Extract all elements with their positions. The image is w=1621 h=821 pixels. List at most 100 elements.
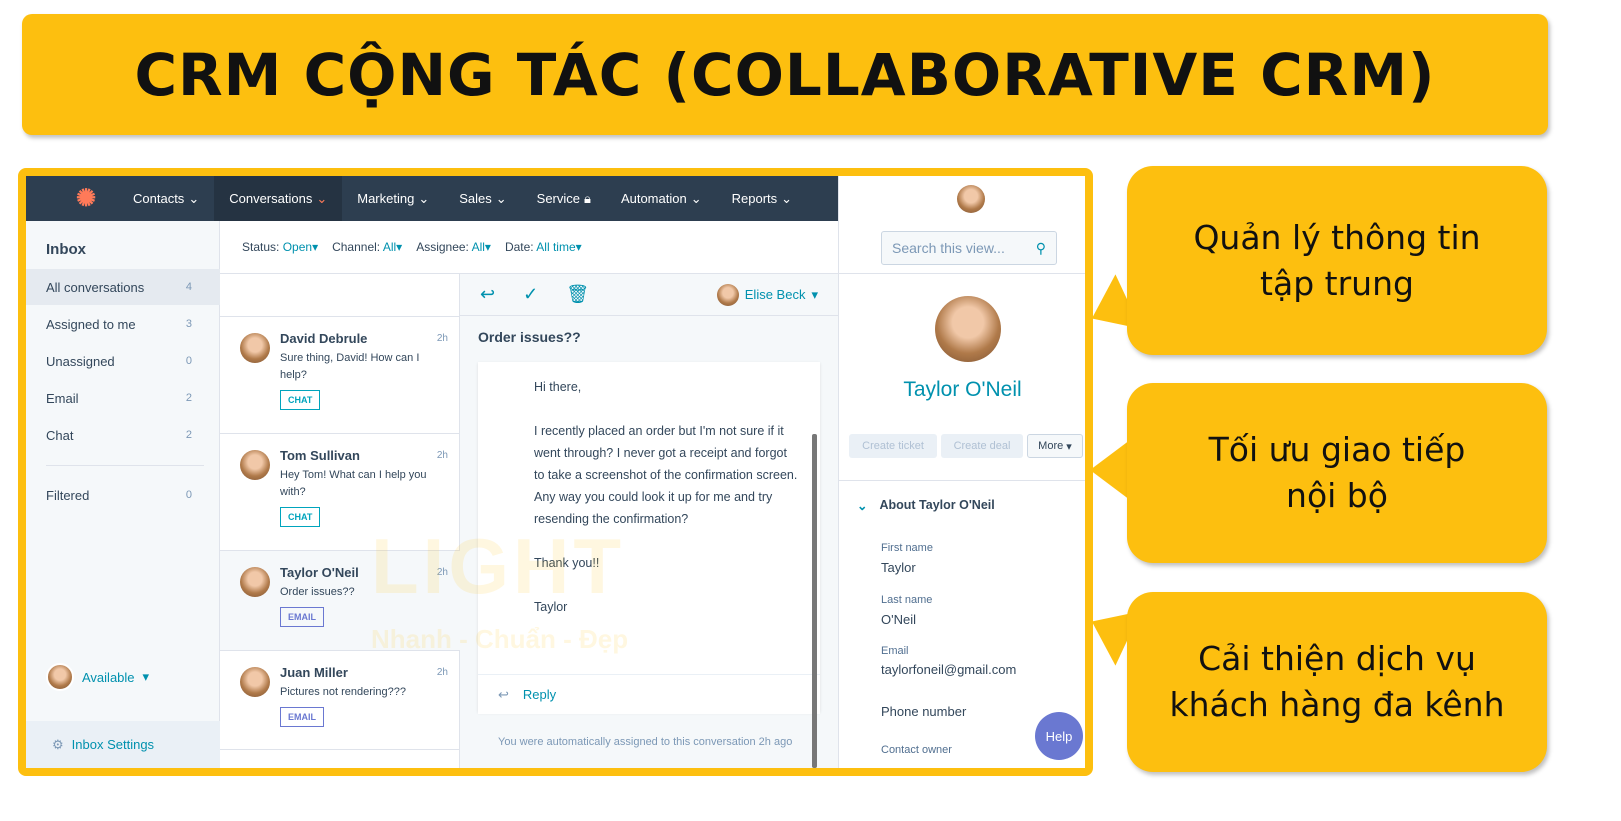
filter-status[interactable]: Status: Open▾ [242,240,318,254]
create-ticket-button[interactable]: Create ticket [849,434,937,458]
screenshot-frame: ✺ Contacts ⌄ Conversations ⌄ Marketing ⌄ Sa… [18,168,1093,776]
assignee-name: Elise Beck [744,287,806,302]
title-banner: CRM CỘNG TÁC (COLLABORATIVE CRM) [22,14,1548,135]
nav-label: Sales [459,191,492,206]
field-first-name[interactable]: Taylor [881,560,916,575]
section-title: About Taylor O'Neil [879,498,995,512]
sidebar-item-unassigned[interactable]: Unassigned 0 [26,343,220,379]
more-label: More [1038,440,1064,452]
reply-button[interactable]: ↩ Reply [478,674,820,714]
count: 2 [185,429,192,441]
search-icon[interactable]: ⚲ [839,188,852,209]
hubspot-logo-icon[interactable]: ✺ [76,184,118,213]
nav-contacts[interactable]: Contacts ⌄ [118,176,214,221]
field-email[interactable]: taylorfoneil@gmail.com [881,662,1016,677]
system-note: You were automatically assigned to this … [498,736,793,748]
channel-badge: EMAIL [280,607,324,627]
channel-badge: EMAIL [280,707,324,727]
divider [46,465,204,466]
nav-sales[interactable]: Sales ⌄ [444,176,521,221]
field-phone-label[interactable]: Phone number [881,704,966,719]
avatar [240,667,270,697]
user-avatar[interactable] [957,184,986,213]
field-last-name[interactable]: O'Neil [881,612,916,627]
sidebar-item-assigned[interactable]: Assigned to me 3 [26,306,220,342]
search-input[interactable]: Search this view... ⚲ [881,231,1057,265]
list-item[interactable]: David Debrule 2h Sure thing, David! How ca… [220,316,460,433]
callout-text: Quản lý thông tin tập trung [1193,217,1481,303]
channel-badge: CHAT [280,390,321,410]
gear-icon[interactable]: ⚙ [874,188,890,209]
preview: Pictures not rendering??? [280,686,406,698]
label: Chat [46,427,74,443]
sidebar-item-email[interactable]: Email 2 [26,380,220,416]
callout-internal-communication: Tối ưu giao tiếp nội bộ [1127,383,1547,563]
create-deal-button[interactable]: Create deal [941,434,1023,458]
trash-icon[interactable]: 🗑︎ [566,284,589,305]
nav-label: Contacts [133,191,185,206]
bell-icon[interactable]: 🔔︎ [912,188,935,209]
callout-centralized-info: Quản lý thông tin tập trung [1127,166,1547,355]
time: 2h [436,333,448,344]
label: Unassigned [46,353,115,369]
nav-label: Conversations [229,191,313,206]
label: Email [46,390,79,406]
settings-label: Inbox Settings [71,737,155,752]
message-toolbar: ↩ ✓ 🗑︎ Elise Beck ▾ [460,274,838,316]
assignee-dropdown[interactable]: Elise Beck ▾ [716,283,818,306]
nav-marketing[interactable]: Marketing ⌄ [342,176,444,221]
message-subject: Order issues?? [478,329,581,345]
field-label: First name [881,542,933,554]
nav-automation[interactable]: Automation ⌄ [606,176,717,221]
help-button[interactable]: Help [1035,712,1083,760]
label: Status: [242,240,280,254]
value: All time [536,240,576,254]
nav-service[interactable]: Service 🔒︎ [522,176,606,221]
callout-text: Tối ưu giao tiếp nội bộ [1208,430,1466,515]
sidebar-item-filtered[interactable]: Filtered 0 [26,477,220,513]
status-label: Available [82,669,135,685]
chevron-down-icon[interactable]: ⌄ [1007,192,1017,206]
nav-conversations[interactable]: Conversations ⌄ [214,176,343,221]
field-label: Email [881,645,909,657]
more-button[interactable]: More ▾ [1027,434,1083,458]
check-icon[interactable]: ✓ [523,284,538,305]
channel-badge: CHAT [280,507,321,527]
sidebar-item-all-conversations[interactable]: All conversations 4 [26,269,220,305]
count: 0 [185,355,192,367]
nav-reports[interactable]: Reports ⌄ [717,176,807,221]
callout-omnichannel-service: Cải thiện dịch vụ khách hàng đa kênh [1127,592,1547,772]
field-owner-label[interactable]: Contact owner [881,744,952,756]
label: Channel: [332,240,381,254]
filter-channel[interactable]: Channel: All▾ [332,240,402,254]
avatar [240,567,270,597]
contact-name: Tom Sullivan [280,448,360,463]
count: 3 [185,318,192,330]
value: Open [282,240,313,254]
chevron-down-icon: ⌄ [857,499,868,513]
reply-icon[interactable]: ↩ [480,284,495,305]
scrollbar[interactable] [812,434,817,768]
filter-assignee[interactable]: Assignee: All▾ [416,240,491,254]
nav-label: Marketing [357,191,415,206]
nav-label: Automation [620,191,687,206]
reply-icon: ↩ [498,686,509,702]
value: All [382,240,397,254]
sidebar-item-chat[interactable]: Chat 2 [26,417,220,453]
message-body: I recently placed an order but I'm not s… [534,424,798,526]
availability-toggle[interactable]: Available ▾ [46,663,149,691]
field-label: Last name [881,594,933,606]
time: 2h [436,667,448,678]
search-icon[interactable]: ⚲ [1036,240,1046,257]
count: 2 [185,392,192,404]
filter-date[interactable]: Date: All time▾ [505,240,582,254]
label: All conversations [46,279,145,295]
inbox-settings-link[interactable]: ⚙ Inbox Settings [26,721,220,768]
list-item[interactable]: Juan Miller 2h Pictures not rendering??? EM… [220,650,460,750]
contact-name: Taylor O'Neil [903,378,1022,401]
about-section-toggle[interactable]: ⌄ About Taylor O'Neil [857,498,995,513]
reply-label: Reply [522,687,557,702]
watermark-logo: LIGHT [371,522,625,610]
page-title: CRM CỘNG TÁC (COLLABORATIVE CRM) [134,40,1436,109]
label: Filtered [46,487,90,503]
